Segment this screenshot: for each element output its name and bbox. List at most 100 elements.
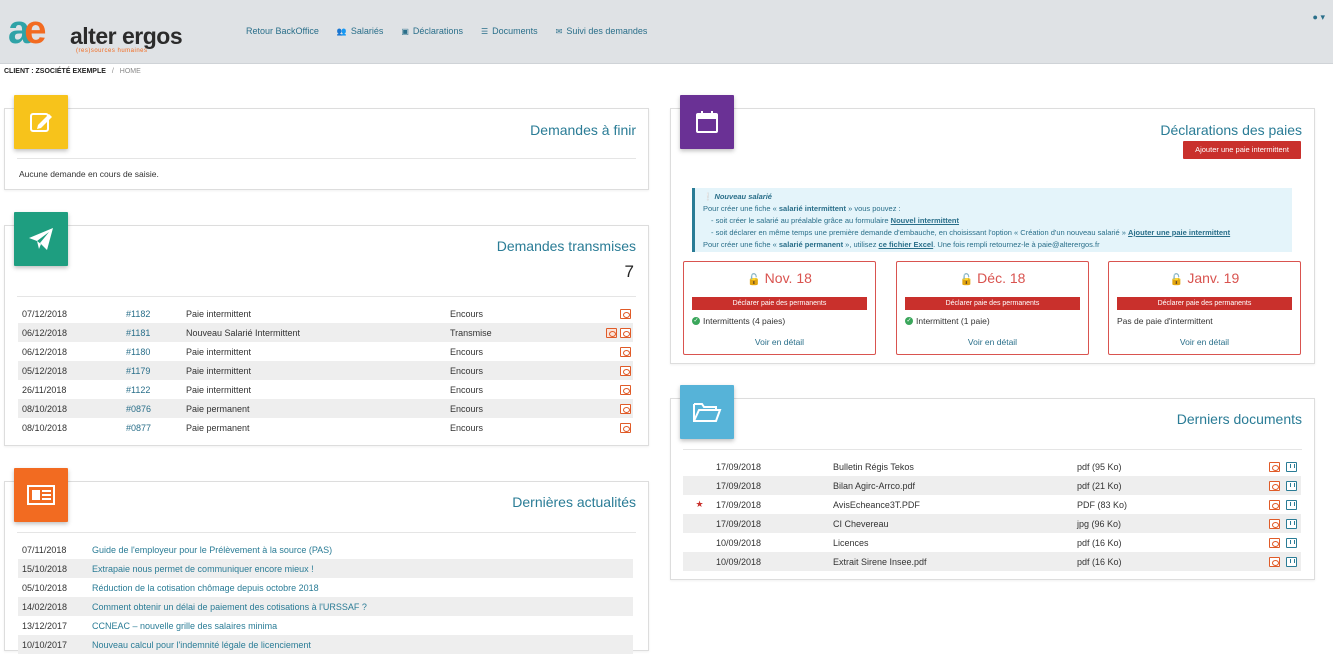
view-icon[interactable]: [620, 308, 631, 319]
view-icon[interactable]: [620, 346, 631, 357]
breadcrumb-client[interactable]: CLIENT : ZSOCIÉTÉ EXEMPLE: [4, 68, 106, 75]
download-icon[interactable]: [1286, 461, 1297, 472]
breadcrumb-home[interactable]: HOME: [120, 68, 141, 75]
download-icon[interactable]: [1286, 537, 1297, 548]
view-icon[interactable]: [1269, 480, 1280, 491]
nav-documents[interactable]: ☰ Documents: [481, 26, 538, 36]
demandes-transmises-title: Demandes transmises: [496, 238, 636, 254]
download-icon[interactable]: [1286, 518, 1297, 529]
download-icon[interactable]: [1286, 499, 1297, 510]
download-icon[interactable]: [1286, 556, 1297, 567]
demandes-count: 7: [624, 262, 634, 281]
row-ref-link[interactable]: #0877: [126, 423, 186, 433]
logo-text: alter ergos: [70, 23, 183, 49]
news-title-link[interactable]: Réduction de la cotisation chômage depui…: [92, 583, 319, 593]
excel-file-link[interactable]: ce fichier Excel: [879, 240, 934, 249]
info-text: - soit déclarer en même temps une premiè…: [711, 228, 1129, 237]
nav-retour-backoffice[interactable]: Retour BackOffice: [246, 26, 319, 36]
row-type: Paie intermittent: [186, 346, 252, 357]
logo[interactable]: ae alter ergos (res)sources humaines: [8, 10, 198, 54]
document-row[interactable]: 10/09/2018 Extrait Sirene Insee.pdf pdf (1…: [683, 552, 1301, 571]
document-row[interactable]: ★ 17/09/2018 AvisEcheance3T.PDF PDF (83 Ko): [683, 495, 1301, 514]
row-type: Paie intermittent: [186, 384, 252, 395]
row-date: 08/10/2018: [22, 403, 68, 414]
document-row[interactable]: 17/09/2018 CI Chevereau jpg (96 Ko): [683, 514, 1301, 533]
table-row[interactable]: 07/12/2018 #1182 Paie intermittent Encours: [18, 304, 633, 323]
check-circle-icon: ✓: [692, 317, 700, 325]
view-icon[interactable]: [1269, 556, 1280, 567]
table-row[interactable]: 08/10/2018 #0876 Paie permanent Encours: [18, 399, 633, 418]
nav-declarations[interactable]: ▣ Déclarations: [401, 26, 463, 36]
info-line-2: - soit créer le salarié au préalable grâ…: [703, 215, 1284, 227]
view-icon[interactable]: [1269, 537, 1280, 548]
news-title-link[interactable]: Comment obtenir un délai de paiement des…: [92, 602, 367, 612]
news-date: 07/11/2018: [22, 544, 67, 555]
row-date: 07/12/2018: [22, 308, 68, 319]
view-icon[interactable]: [1269, 518, 1280, 529]
view-icon[interactable]: [1269, 499, 1280, 510]
doc-name: Extrait Sirene Insee.pdf: [833, 556, 927, 567]
table-row[interactable]: 06/12/2018 #1181 Nouveau Salarié Intermitt…: [18, 323, 633, 342]
doc-name: CI Chevereau: [833, 518, 889, 529]
document-row[interactable]: 10/09/2018 Licences pdf (16 Ko): [683, 533, 1301, 552]
row-ref-link[interactable]: #1122: [126, 385, 186, 395]
nouvel-intermittent-link[interactable]: Nouvel intermittent: [891, 216, 959, 225]
doc-date: 17/09/2018: [716, 461, 762, 472]
row-ref-link[interactable]: #1182: [126, 309, 186, 319]
table-row[interactable]: 06/12/2018 #1180 Paie intermittent Encours: [18, 342, 633, 361]
info-line-3: - soit déclarer en même temps une premiè…: [703, 227, 1284, 239]
row-actions: [570, 308, 633, 319]
doc-date: 10/09/2018: [716, 537, 762, 548]
news-item[interactable]: 15/10/2018 Extrapaie nous permet de commu…: [18, 559, 633, 578]
document-row[interactable]: 17/09/2018 Bilan Agirc-Arrco.pdf pdf (21 K…: [683, 476, 1301, 495]
row-ref-link[interactable]: #1180: [126, 347, 186, 357]
info-icon: ❕: [703, 192, 713, 201]
news-item[interactable]: 05/10/2018 Réduction de la cotisation chô…: [18, 578, 633, 597]
row-ref-link[interactable]: #1181: [126, 328, 186, 338]
news-title-link[interactable]: Extrapaie nous permet de communiquer enc…: [92, 564, 314, 574]
nav-suivi-demandes[interactable]: ✉ Suivi des demandes: [556, 26, 648, 36]
news-item[interactable]: 14/02/2018 Comment obtenir un délai de pa…: [18, 597, 633, 616]
row-ref-link[interactable]: #0876: [126, 404, 186, 414]
declare-permanents-button[interactable]: Déclarer paie des permanents: [692, 297, 867, 310]
view-icon[interactable]: [620, 384, 631, 395]
info-text: » vous pouvez :: [846, 204, 901, 213]
month-status: Pas de paie d'intermittent: [1117, 316, 1213, 326]
view-icon[interactable]: [620, 403, 631, 414]
month-title: 🔓 Janv. 19: [1109, 270, 1300, 286]
add-intermittent-pay-button[interactable]: Ajouter une paie intermittent: [1183, 141, 1301, 159]
table-row[interactable]: 26/11/2018 #1122 Paie intermittent Encours: [18, 380, 633, 399]
user-menu[interactable]: ● ▾: [1313, 12, 1325, 23]
nav-salaries[interactable]: 👥 Salariés: [337, 26, 383, 36]
row-ref-link[interactable]: #1179: [126, 366, 186, 376]
download-icon[interactable]: [1286, 480, 1297, 491]
newspaper-icon: [27, 485, 55, 505]
divider: [683, 449, 1302, 450]
news-title-link[interactable]: Nouveau calcul pour l'indemnité légale d…: [92, 640, 311, 650]
table-row[interactable]: 05/12/2018 #1179 Paie intermittent Encours: [18, 361, 633, 380]
view-icon[interactable]: [620, 365, 631, 376]
info-heading: ❕ Nouveau salarié: [703, 191, 1284, 203]
voir-detail-link[interactable]: Voir en détail: [684, 337, 875, 347]
news-title-link[interactable]: Guide de l'employeur pour le Prélèvement…: [92, 545, 332, 555]
doc-actions: [1261, 499, 1301, 510]
row-status: Encours: [450, 308, 484, 319]
voir-detail-link[interactable]: Voir en détail: [897, 337, 1088, 347]
declare-permanents-button[interactable]: Déclarer paie des permanents: [1117, 297, 1292, 310]
news-title-link[interactable]: CCNEAC – nouvelle grille des salaires mi…: [92, 621, 277, 631]
view-icon[interactable]: [620, 422, 631, 433]
news-date: 14/02/2018: [22, 601, 68, 612]
history-icon[interactable]: [606, 327, 617, 338]
document-row[interactable]: 17/09/2018 Bulletin Régis Tekos pdf (95 Ko…: [683, 457, 1301, 476]
news-item[interactable]: 13/12/2017 CCNEAC – nouvelle grille des s…: [18, 616, 633, 635]
declare-permanents-button[interactable]: Déclarer paie des permanents: [905, 297, 1080, 310]
voir-detail-link[interactable]: Voir en détail: [1109, 337, 1300, 347]
ajouter-paie-intermittent-link[interactable]: Ajouter une paie intermittent: [1128, 228, 1230, 237]
doc-actions: [1261, 461, 1301, 472]
view-icon[interactable]: [620, 327, 631, 338]
table-row[interactable]: 08/10/2018 #0877 Paie permanent Encours: [18, 418, 633, 437]
news-item[interactable]: 10/10/2017 Nouveau calcul pour l'indemnit…: [18, 635, 633, 654]
news-date: 13/12/2017: [22, 620, 68, 631]
view-icon[interactable]: [1269, 461, 1280, 472]
news-item[interactable]: 07/11/2018 Guide de l'employeur pour le P…: [18, 540, 633, 559]
